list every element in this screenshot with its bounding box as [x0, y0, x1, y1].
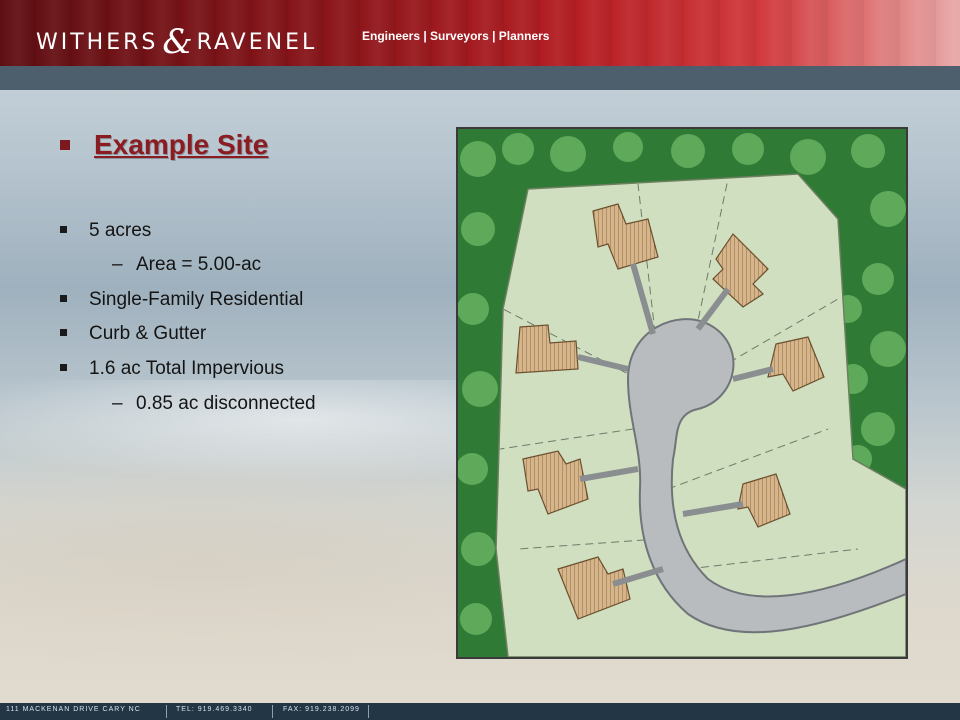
bullet-text: 5 acres [89, 220, 152, 241]
logo-ravenel: RAVENEL [196, 30, 318, 55]
company-logo: WITHERS & RAVENEL [36, 18, 318, 62]
bullet-icon [60, 295, 67, 302]
bullet-text: 1.6 ac Total Impervious [89, 358, 285, 379]
bullet-text: Curb & Gutter [89, 323, 207, 344]
header-banner: WITHERS & RAVENEL Engineers | Surveyors | … [0, 0, 960, 66]
site-plan-drawing [458, 129, 906, 657]
footer-address: 111 MACKENAN DRIVE CARY NC [6, 706, 141, 713]
header-band [0, 66, 960, 90]
bullet-icon [60, 364, 67, 371]
bullet-item: Curb & Gutter [60, 323, 206, 345]
bullet-item: 5 acres [60, 220, 151, 242]
bullet-text: Single-Family Residential [89, 289, 304, 310]
sub-bullet-text: 0.85 ac disconnected [136, 393, 316, 414]
footer-divider [368, 705, 369, 718]
footer-divider [166, 705, 167, 718]
slide-title-text: Example Site [94, 129, 269, 160]
bullet-item: 1.6 ac Total Impervious [60, 358, 284, 380]
bullet-icon [60, 329, 67, 336]
site-plan-image [456, 127, 908, 659]
sub-bullet-text: Area = 5.00-ac [136, 254, 262, 275]
bullet-icon [60, 226, 67, 233]
footer-tel: TEL: 919.469.3340 [176, 706, 253, 713]
sub-bullet-item: – Area = 5.00-ac [112, 254, 262, 275]
logo-ampersand: & [162, 22, 193, 62]
tagline: Engineers | Surveyors | Planners [362, 29, 550, 43]
bullet-item: Single-Family Residential [60, 289, 303, 311]
footer-divider [272, 705, 273, 718]
footer-fax: FAX: 919.238.2099 [283, 706, 360, 713]
slide-title: Example Site [60, 129, 268, 161]
logo-withers: WITHERS [36, 30, 159, 55]
sub-bullet-item: –0.85 ac disconnected [112, 393, 316, 414]
title-bullet-icon [60, 140, 70, 150]
footer-bar: 111 MACKENAN DRIVE CARY NC TEL: 919.469.… [0, 703, 960, 720]
